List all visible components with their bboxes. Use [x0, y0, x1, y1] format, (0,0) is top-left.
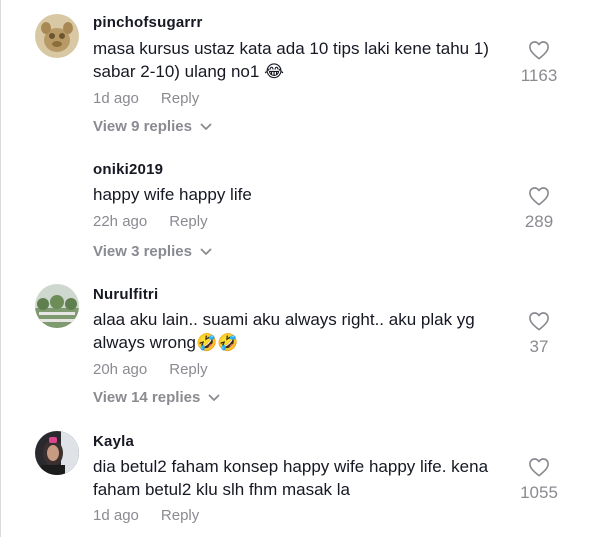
like-button[interactable]: 1055	[512, 457, 566, 503]
rofl-emoji: 🤣🤣	[196, 333, 239, 352]
comment-text-body: masa kursus ustaz kata ada 10 tips laki …	[93, 39, 489, 81]
chevron-down-icon	[208, 394, 220, 401]
like-count: 1055	[520, 483, 558, 502]
like-button[interactable]: 37	[512, 311, 566, 357]
view-replies-label: View 9 replies	[93, 118, 192, 135]
like-count: 289	[524, 212, 554, 231]
comment-username[interactable]: Kayla	[93, 433, 134, 450]
comment-time: 1d ago	[93, 507, 139, 524]
comment-time: 22h ago	[93, 213, 148, 230]
comment-text-body: alaa aku lain.. suami aku always right..…	[93, 310, 475, 352]
chevron-down-icon	[200, 248, 212, 255]
comment-text: dia betul2 faham konsep happy wife happy…	[93, 457, 489, 499]
tears-of-joy-emoji: 😂	[264, 62, 284, 81]
view-replies-button[interactable]: View 3 replies	[93, 243, 212, 260]
comment-time: 1d ago	[93, 90, 139, 107]
comment-text: masa kursus ustaz kata ada 10 tips laki …	[93, 37, 513, 83]
reply-button[interactable]: Reply	[161, 90, 199, 107]
comment-meta: 1d ago Reply	[93, 507, 199, 524]
view-replies-button[interactable]: View 9 replies	[93, 118, 212, 135]
heart-outline-icon	[529, 41, 549, 60]
comment-username[interactable]: pinchofsugarrr	[93, 14, 202, 31]
view-replies-label: View 14 replies	[93, 389, 201, 406]
avatar[interactable]	[35, 14, 79, 58]
heart-outline-icon	[529, 312, 549, 331]
like-button[interactable]: 289	[512, 186, 566, 232]
heart-outline-icon	[529, 187, 549, 206]
like-count: 1163	[520, 66, 558, 85]
like-count: 37	[529, 337, 549, 356]
reply-button[interactable]: Reply	[169, 361, 207, 378]
like-button[interactable]: 1163	[512, 40, 566, 86]
comment-meta: 22h ago Reply	[93, 213, 208, 230]
chevron-down-icon	[200, 123, 212, 130]
comment-time: 20h ago	[93, 361, 148, 378]
heart-outline-icon	[529, 458, 549, 477]
comment-meta: 20h ago Reply	[93, 361, 208, 378]
view-replies-button[interactable]: View 14 replies	[93, 389, 220, 406]
avatar[interactable]	[35, 431, 79, 475]
comment-text: alaa aku lain.. suami aku always right..…	[93, 308, 513, 354]
comment-username[interactable]: Nurulfitri	[93, 286, 158, 303]
reply-button[interactable]: Reply	[169, 213, 207, 230]
avatar[interactable]	[35, 284, 79, 328]
comment-text: happy wife happy life	[93, 185, 252, 204]
reply-button[interactable]: Reply	[161, 507, 199, 524]
view-replies-label: View 3 replies	[93, 243, 192, 260]
comment-meta: 1d ago Reply	[93, 90, 199, 107]
left-divider	[0, 0, 1, 537]
comment-username[interactable]: oniki2019	[93, 161, 163, 178]
